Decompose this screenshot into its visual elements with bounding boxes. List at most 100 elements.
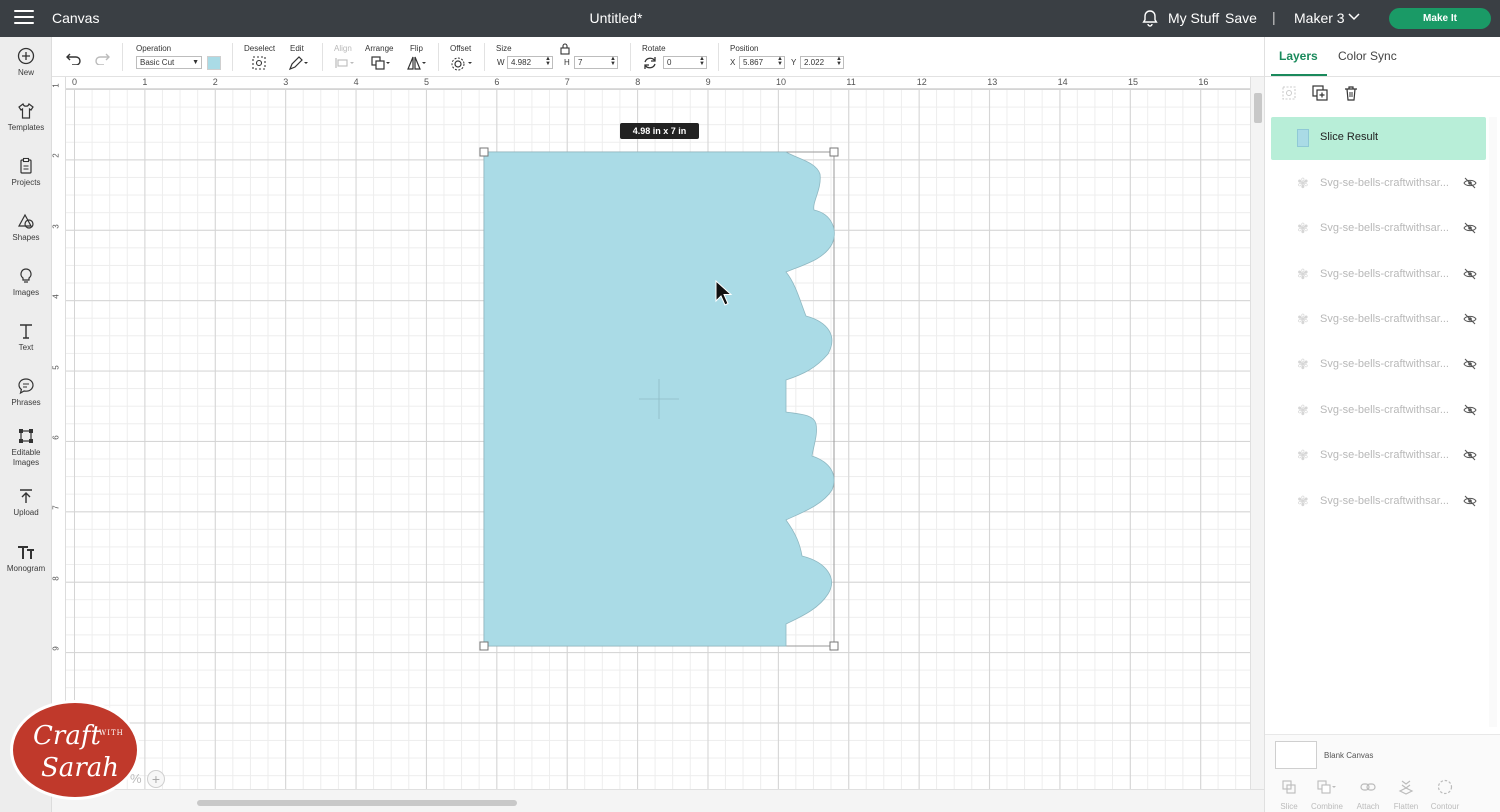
deselect-icon[interactable] bbox=[251, 55, 267, 71]
operation-select[interactable]: Basic Cut ▼ bbox=[136, 56, 202, 69]
ruler-tick-label: 4 bbox=[51, 294, 61, 299]
logo-text-with: WITH bbox=[99, 729, 124, 737]
height-input[interactable]: 7 ▲ ▼ bbox=[574, 56, 618, 69]
edit-toolbar: Operation Basic Cut ▼ Deselect Edit Align… bbox=[52, 37, 1264, 77]
eye-hidden-icon[interactable] bbox=[1463, 313, 1477, 325]
stepper-icon[interactable]: ▲ ▼ bbox=[699, 56, 705, 67]
y-input[interactable]: 2.022 ▲ ▼ bbox=[800, 56, 844, 69]
undo-icon[interactable] bbox=[66, 51, 82, 65]
resize-handle-bottom-right[interactable] bbox=[829, 641, 839, 651]
machine-selector[interactable]: Maker 3 bbox=[1294, 10, 1345, 26]
logo-text-craft: Craft bbox=[33, 721, 101, 751]
scroll-thumb[interactable] bbox=[197, 800, 517, 806]
lock-icon[interactable] bbox=[560, 43, 570, 55]
resize-handle-bottom-left[interactable] bbox=[479, 641, 489, 651]
eye-hidden-icon[interactable] bbox=[1463, 495, 1477, 507]
height-label: H bbox=[564, 58, 570, 67]
tab-layers[interactable]: Layers bbox=[1279, 49, 1318, 63]
scroll-thumb[interactable] bbox=[1254, 93, 1262, 123]
trash-icon[interactable] bbox=[1343, 85, 1359, 101]
toolbar-divider bbox=[232, 43, 233, 71]
flip-icon[interactable] bbox=[406, 55, 428, 71]
bell-icon[interactable] bbox=[1141, 9, 1159, 27]
layer-item[interactable]: ✾ Svg-se-bells-craftwithsar... bbox=[1271, 392, 1486, 432]
sidebar-item-shapes[interactable]: Shapes bbox=[0, 212, 52, 243]
ruler-tick-label: 11 bbox=[846, 77, 856, 87]
x-input[interactable]: 5.867 ▲ ▼ bbox=[739, 56, 785, 69]
tab-color-sync[interactable]: Color Sync bbox=[1338, 49, 1397, 63]
attach-button[interactable]: Attach bbox=[1348, 779, 1388, 811]
sidebar-item-projects[interactable]: Projects bbox=[0, 157, 52, 188]
zoom-in-button[interactable]: + bbox=[147, 770, 165, 788]
layer-item[interactable]: ✾ Svg-se-bells-craftwithsar... bbox=[1271, 346, 1486, 386]
color-swatch[interactable] bbox=[207, 56, 221, 70]
eye-hidden-icon[interactable] bbox=[1463, 268, 1477, 280]
eye-hidden-icon[interactable] bbox=[1463, 358, 1477, 370]
rotate-input[interactable]: 0 ▲ ▼ bbox=[663, 56, 707, 69]
layer-item[interactable]: ✾ Svg-se-bells-craftwithsar... bbox=[1271, 256, 1486, 296]
sidebar-item-images[interactable]: Images bbox=[0, 267, 52, 298]
width-input[interactable]: 4.982 ▲ ▼ bbox=[507, 56, 553, 69]
bell-layer-icon: ✾ bbox=[1297, 220, 1309, 236]
eye-hidden-icon[interactable] bbox=[1463, 222, 1477, 234]
layers-scrollbar[interactable] bbox=[1489, 117, 1497, 727]
sidebar-item-monogram[interactable]: Monogram bbox=[0, 543, 52, 574]
stepper-icon[interactable]: ▲ ▼ bbox=[545, 56, 551, 67]
flatten-icon bbox=[1398, 780, 1414, 795]
sidebar-item-templates[interactable]: Templates bbox=[0, 102, 52, 133]
stepper-icon[interactable]: ▲ ▼ bbox=[610, 56, 616, 67]
sidebar-item-upload[interactable]: Upload bbox=[0, 487, 52, 518]
eye-hidden-icon[interactable] bbox=[1463, 404, 1477, 416]
flip-label: Flip bbox=[410, 44, 423, 53]
sidebar-item-text[interactable]: Text bbox=[0, 322, 52, 353]
tool-label: Combine bbox=[1310, 802, 1343, 811]
toolbar-divider bbox=[630, 43, 631, 71]
eye-hidden-icon[interactable] bbox=[1463, 177, 1477, 189]
layer-item[interactable]: ✾ Svg-se-bells-craftwithsar... bbox=[1271, 301, 1486, 341]
sidebar-item-phrases[interactable]: Phrases bbox=[0, 377, 52, 408]
sidebar-item-editable-images[interactable]: Editable Images bbox=[0, 427, 52, 468]
ruler-tick-label: 14 bbox=[1057, 77, 1068, 87]
size-label: Size bbox=[496, 44, 512, 53]
stepper-icon[interactable]: ▲ ▼ bbox=[777, 56, 783, 67]
offset-icon[interactable] bbox=[450, 55, 474, 71]
redo-icon[interactable] bbox=[94, 51, 110, 65]
sidebar-label-line1: Editable bbox=[11, 448, 41, 457]
sidebar-label: Templates bbox=[7, 123, 45, 132]
sidebar-item-new[interactable]: New bbox=[0, 47, 52, 78]
canvas-artwork bbox=[479, 147, 839, 651]
combine-button[interactable]: Combine bbox=[1307, 779, 1347, 811]
my-stuff-link[interactable]: My Stuff bbox=[1168, 10, 1219, 26]
chevron-down-icon[interactable] bbox=[1348, 12, 1360, 22]
document-title[interactable]: Untitled* bbox=[0, 10, 1232, 26]
contour-button[interactable]: Contour bbox=[1425, 779, 1465, 811]
resize-handle-top-left[interactable] bbox=[479, 147, 489, 157]
ruler-tick-label: 7 bbox=[564, 77, 570, 87]
slice-button[interactable]: Slice bbox=[1269, 779, 1309, 811]
blank-canvas-label: Blank Canvas bbox=[1324, 751, 1374, 760]
ruler-tick-label: 7 bbox=[51, 505, 61, 511]
sidebar-label: Projects bbox=[11, 178, 41, 187]
shirt-icon bbox=[18, 103, 34, 119]
blank-canvas-swatch[interactable] bbox=[1275, 741, 1317, 769]
duplicate-icon[interactable] bbox=[1312, 85, 1328, 101]
sidebar-label: Images bbox=[12, 288, 40, 297]
layer-item[interactable]: ✾ Svg-se-bells-craftwithsar... bbox=[1271, 483, 1486, 523]
stepper-icon[interactable]: ▲ ▼ bbox=[836, 56, 842, 67]
rotate-icon[interactable] bbox=[642, 55, 658, 71]
eye-hidden-icon[interactable] bbox=[1463, 449, 1477, 461]
vertical-scrollbar[interactable] bbox=[1250, 77, 1264, 789]
layer-item-selected[interactable]: Slice Result bbox=[1271, 117, 1486, 160]
resize-handle-top-right[interactable] bbox=[829, 147, 839, 157]
pencil-edit-icon[interactable] bbox=[288, 55, 310, 71]
save-button[interactable]: Save bbox=[1225, 10, 1257, 26]
bell-layer-icon: ✾ bbox=[1297, 266, 1309, 282]
layer-item[interactable]: ✾ Svg-se-bells-craftwithsar... bbox=[1271, 437, 1486, 477]
make-it-button[interactable]: Make It bbox=[1389, 8, 1491, 29]
horizontal-scrollbar[interactable] bbox=[52, 789, 1264, 812]
layer-item[interactable]: ✾ Svg-se-bells-craftwithsar... bbox=[1271, 165, 1486, 205]
layer-item[interactable]: ✾ Svg-se-bells-craftwithsar... bbox=[1271, 210, 1486, 250]
offset-label: Offset bbox=[450, 44, 472, 53]
arrange-icon[interactable] bbox=[370, 55, 392, 71]
flatten-button[interactable]: Flatten bbox=[1386, 779, 1426, 811]
